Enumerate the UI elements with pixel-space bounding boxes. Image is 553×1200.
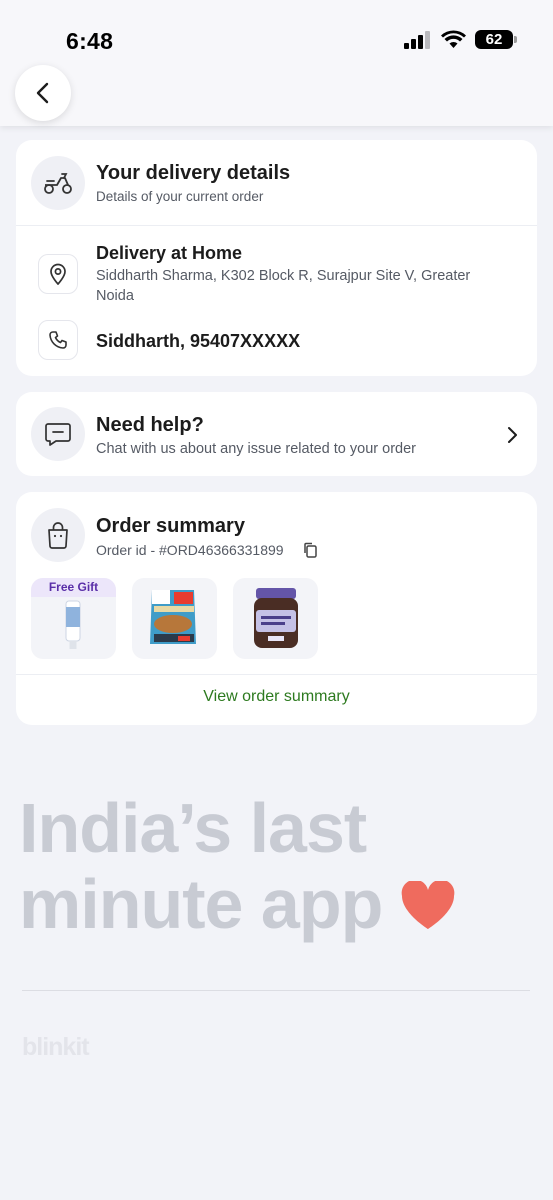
chat-icon-wrap	[31, 407, 85, 461]
order-id: Order id - #ORD46366331899	[96, 542, 284, 558]
need-help-card[interactable]: Need help? Chat with us about any issue …	[16, 392, 537, 476]
chevron-right-icon	[508, 427, 517, 443]
delivery-title: Your delivery details	[96, 162, 291, 184]
shopping-bag-icon-wrap	[31, 508, 85, 562]
scooter-icon	[44, 173, 72, 194]
phone-icon-wrap	[38, 320, 78, 360]
tagline: India’s last minute app	[19, 790, 539, 942]
chevron-left-icon	[36, 82, 49, 104]
location-pin-icon	[50, 263, 66, 285]
divider	[16, 674, 537, 675]
divider	[22, 990, 530, 991]
order-summary-title: Order summary	[96, 515, 245, 537]
cream-tube-icon	[65, 600, 81, 649]
view-order-summary-link[interactable]: View order summary	[16, 688, 537, 706]
status-icons: 62	[404, 30, 517, 49]
shopping-bag-icon	[48, 522, 68, 549]
tagline-line-2: minute app	[19, 866, 539, 942]
contact-info: Siddharth, 95407XXXXX	[96, 331, 301, 351]
wifi-icon	[441, 30, 466, 48]
order-summary-card: Order summary Order id - #ORD46366331899…	[16, 492, 537, 725]
delivery-details-card: Your delivery details Details of your cu…	[16, 140, 537, 376]
spread-jar-icon	[254, 588, 298, 648]
product-thumbnail-bread[interactable]	[132, 578, 217, 659]
delivery-subtitle: Details of your current order	[96, 189, 264, 204]
heart-icon	[402, 881, 455, 929]
tagline-line-1: India’s last	[19, 789, 367, 867]
battery-icon: 62	[475, 30, 517, 49]
address-line-2: Noida	[96, 288, 134, 304]
back-button[interactable]	[15, 65, 71, 121]
blinkit-logo: blinkit	[22, 1033, 90, 1061]
signal-icon	[404, 30, 430, 49]
phone-icon	[49, 331, 67, 349]
scooter-icon-wrap	[31, 156, 85, 210]
divider	[16, 225, 537, 226]
address-label: Delivery at Home	[96, 243, 243, 263]
product-thumbnail-spread[interactable]	[233, 578, 318, 659]
header: 6:48 62	[0, 0, 553, 126]
copy-icon[interactable]	[302, 542, 318, 558]
bread-pack-icon	[150, 590, 196, 644]
tagline-line-2-text: minute app	[19, 865, 383, 943]
free-gift-badge: Free Gift	[31, 578, 116, 597]
product-thumbnail-gift[interactable]: Free Gift	[31, 578, 116, 659]
need-help-subtitle: Chat with us about any issue related to …	[96, 441, 416, 457]
address-line-1: Siddharth Sharma, K302 Block R, Surajpur…	[96, 268, 471, 284]
status-time: 6:48	[66, 28, 114, 54]
location-pin-icon-wrap	[38, 254, 78, 294]
chat-icon	[45, 423, 71, 446]
need-help-title: Need help?	[96, 414, 204, 436]
